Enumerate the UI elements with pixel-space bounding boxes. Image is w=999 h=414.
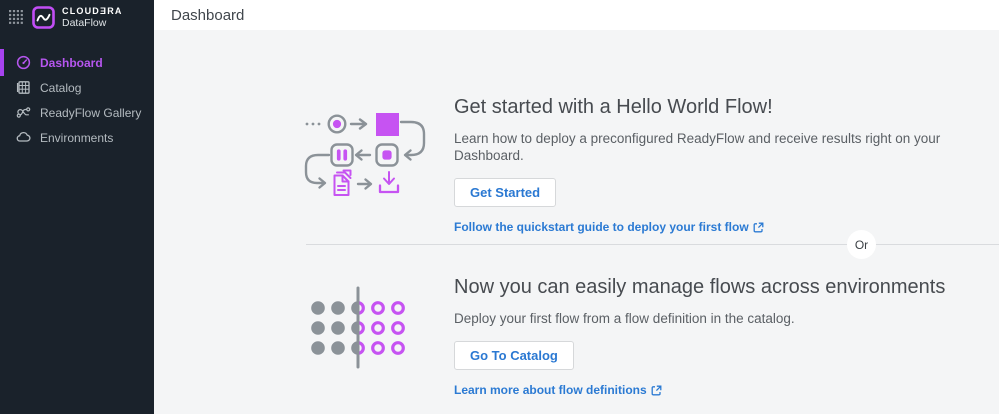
waffle-grid-icon[interactable] xyxy=(9,10,23,24)
catalog-grid-icon xyxy=(16,80,31,95)
section-description: Deploy your first flow from a flow defin… xyxy=(454,310,945,327)
app-window: CLOUDƎRA DataFlow Dashboard xyxy=(0,0,999,414)
page-title: Dashboard xyxy=(171,7,244,24)
get-started-button[interactable]: Get Started xyxy=(454,178,556,207)
gauge-icon xyxy=(16,55,31,70)
main-content: Get started with a Hello World Flow! Lea… xyxy=(154,30,999,414)
section-divider xyxy=(306,244,999,245)
quickstart-guide-link[interactable]: Follow the quickstart guide to deploy yo… xyxy=(454,220,999,234)
or-badge: Or xyxy=(847,230,876,259)
section-heading: Get started with a Hello World Flow! xyxy=(454,95,999,119)
go-to-catalog-button[interactable]: Go To Catalog xyxy=(454,341,574,370)
sidebar-item-dashboard[interactable]: Dashboard xyxy=(0,50,154,75)
section-heading: Now you can easily manage flows across e… xyxy=(454,275,945,299)
sidebar: CLOUDƎRA DataFlow Dashboard xyxy=(0,0,154,414)
sidebar-item-label: Environments xyxy=(40,131,113,145)
flow-path-icon xyxy=(16,105,31,120)
dots-across-environments-illustration xyxy=(306,283,421,378)
sidebar-item-label: Dashboard xyxy=(40,56,103,70)
sidebar-item-label: Catalog xyxy=(40,81,81,95)
brand-product: DataFlow xyxy=(62,17,123,29)
pipeline-flow-illustration xyxy=(300,102,450,202)
sidebar-item-catalog[interactable]: Catalog xyxy=(0,75,154,100)
hello-world-section: Get started with a Hello World Flow! Lea… xyxy=(454,95,999,234)
sidebar-item-environments[interactable]: Environments xyxy=(0,125,154,150)
brand-text: CLOUDƎRA DataFlow xyxy=(62,6,123,29)
cloud-icon xyxy=(16,130,31,145)
external-link-icon xyxy=(753,222,764,233)
brand-name: CLOUDƎRA xyxy=(62,6,123,17)
sidebar-item-readyflow-gallery[interactable]: ReadyFlow Gallery xyxy=(0,100,154,125)
dataflow-wave-logo-icon[interactable] xyxy=(32,6,55,29)
link-label: Learn more about flow definitions xyxy=(454,383,647,397)
sidebar-nav: Dashboard Catalog Rea xyxy=(0,50,154,150)
section-description: Learn how to deploy a preconfigured Read… xyxy=(454,130,999,164)
manage-flows-section: Now you can easily manage flows across e… xyxy=(454,275,945,397)
external-link-icon xyxy=(651,385,662,396)
flow-definitions-link[interactable]: Learn more about flow definitions xyxy=(454,383,945,397)
sidebar-item-label: ReadyFlow Gallery xyxy=(40,106,141,120)
page-header: Dashboard xyxy=(154,0,999,30)
link-label: Follow the quickstart guide to deploy yo… xyxy=(454,220,749,234)
sidebar-header: CLOUDƎRA DataFlow xyxy=(0,0,154,34)
